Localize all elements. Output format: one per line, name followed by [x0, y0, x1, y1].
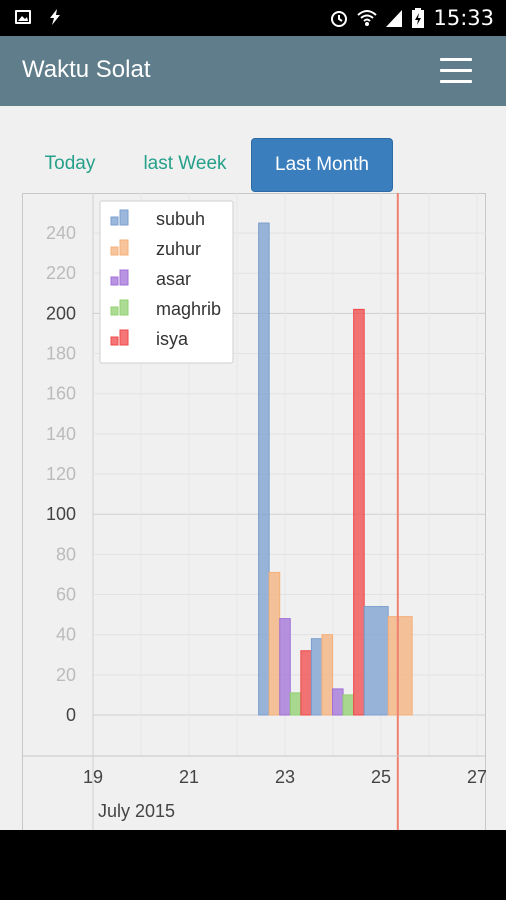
y-tick-label: 240: [46, 223, 76, 243]
signal-icon: [386, 10, 403, 27]
bar-zuhur: [321, 634, 334, 716]
chart-legend: subuh zuhur asar maghrib isya: [99, 200, 234, 364]
y-tick-label: 80: [56, 544, 76, 564]
tab-last-month[interactable]: Last Month: [251, 138, 393, 192]
subuh-legend-icon-bar: [119, 209, 129, 226]
legend-label-asar: asar: [156, 269, 191, 289]
period-tabs: Today last Week Last Month: [0, 136, 506, 192]
x-tick-label: 19: [83, 767, 103, 787]
prayer-bar-chart: 0 20 40 60 80 100 120 140 160 180 200 220 240 19 21 23…: [22, 193, 486, 830]
app-bar: Waktu Solat: [0, 36, 506, 106]
y-tick-label: 160: [46, 384, 76, 404]
zuhur-legend-icon: [110, 246, 119, 256]
status-time: 15:33: [433, 6, 494, 30]
bar-zuhur: [387, 616, 413, 716]
asar-legend-icon: [110, 276, 119, 286]
main-content: Today last Week Last Month 0 20 40 60 80 100 1…: [0, 106, 506, 830]
tab-last-week[interactable]: last Week: [130, 138, 240, 190]
y-tick-label: 180: [46, 344, 76, 364]
isya-legend-icon: [110, 336, 119, 346]
maghrib-legend-icon: [110, 306, 119, 316]
maghrib-legend-icon-bar: [119, 299, 129, 316]
asar-legend-icon-bar: [119, 269, 129, 286]
bar-subuh: [363, 606, 389, 716]
wifi-icon: [357, 10, 378, 26]
status-bar: 15:33: [0, 0, 506, 36]
x-axis-sublabel: July 2015: [98, 801, 175, 821]
zuhur-legend-icon-bar: [119, 239, 129, 256]
bar-subuh: [310, 638, 323, 716]
x-tick-label: 25: [371, 767, 391, 787]
isya-legend-icon-bar: [119, 329, 129, 346]
bar-maghrib: [289, 692, 302, 716]
y-tick-label: 220: [46, 263, 76, 283]
alarm-icon: [331, 11, 348, 27]
tab-today[interactable]: Today: [30, 138, 110, 190]
x-tick-label: 21: [179, 767, 199, 787]
bar-isya: [300, 650, 312, 716]
legend-label-subuh: subuh: [156, 209, 205, 229]
image-icon: [15, 10, 31, 24]
y-tick-label: 140: [46, 424, 76, 444]
x-tick-label: 27: [467, 767, 486, 787]
hamburger-menu-icon[interactable]: [440, 58, 472, 84]
y-tick-label: 120: [46, 464, 76, 484]
chart-frame: [22, 193, 486, 830]
y-tick-label: 20: [56, 665, 76, 685]
y-tick-label: 200: [46, 303, 76, 323]
x-tick-label: 23: [275, 767, 295, 787]
y-tick-label: 100: [46, 504, 76, 524]
lightning-icon: [50, 9, 60, 25]
bar-zuhur: [268, 571, 281, 716]
bar-asar: [332, 688, 344, 716]
y-tick-label: 60: [56, 585, 76, 605]
bar-asar: [279, 618, 291, 716]
bar-subuh: [258, 222, 270, 716]
y-tick-label: 0: [66, 705, 76, 725]
bar-isya: [353, 308, 365, 716]
navigation-bar: [0, 830, 506, 900]
battery-charging-icon: [412, 8, 425, 28]
legend-label-zuhur: zuhur: [156, 239, 201, 259]
app-title: Waktu Solat: [22, 56, 151, 83]
subuh-legend-icon: [110, 216, 119, 226]
bar-maghrib: [342, 694, 355, 716]
legend-label-maghrib: maghrib: [156, 299, 221, 319]
legend-label-isya: isya: [156, 329, 189, 349]
y-tick-label: 40: [56, 625, 76, 645]
